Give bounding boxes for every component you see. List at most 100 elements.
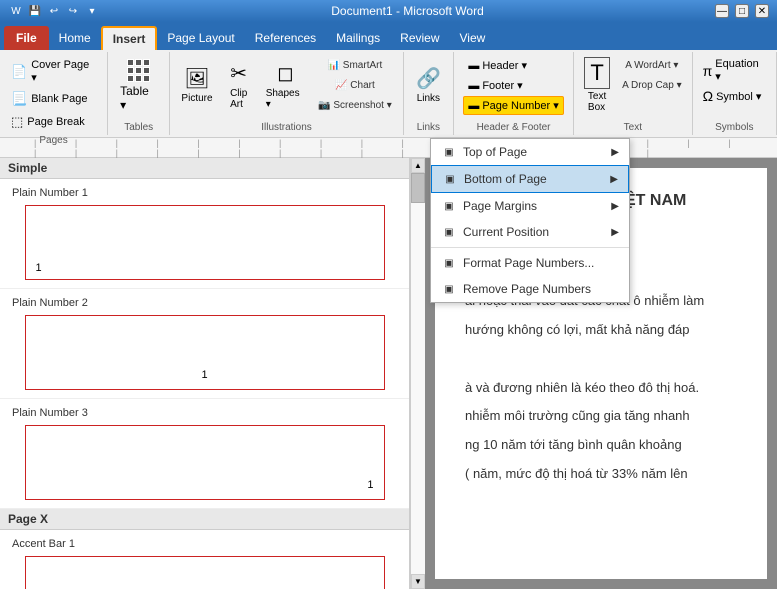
clip-art-button[interactable]: ✂ ClipArt — [220, 56, 258, 114]
undo-button[interactable]: ↩ — [46, 3, 62, 19]
page-number-button[interactable]: ▬ Page Number ▾ — [463, 96, 563, 115]
page-margins-icon: ▣ — [441, 198, 457, 214]
save-button[interactable]: 💾 — [27, 3, 43, 19]
symbol-label: Symbol ▾ — [716, 90, 761, 103]
chart-button[interactable]: 📈 Chart — [313, 76, 397, 94]
page-break-button[interactable]: ⬚ Page Break — [6, 111, 101, 133]
left-panel-scrollbar[interactable]: ▲ ▼ — [410, 158, 425, 589]
chart-label: 📈 Chart — [335, 80, 375, 91]
table-label: Table ▾ — [120, 84, 157, 112]
accent-bar-1-item[interactable]: Accent Bar 1 1 | Page — [0, 530, 409, 589]
tables-buttons: Table ▾ — [114, 54, 163, 120]
blank-page-icon: 📃 — [11, 91, 27, 107]
picture-icon: 🖼 — [184, 66, 209, 91]
ribbon: 📄 Cover Page ▾ 📃 Blank Page ⬚ Page Break… — [0, 50, 777, 138]
tab-references[interactable]: References — [245, 26, 326, 50]
equation-label: Equation ▾ — [715, 58, 766, 83]
picture-button[interactable]: 🖼 Picture — [176, 56, 217, 114]
pages-buttons: 📄 Cover Page ▾ 📃 Blank Page ⬚ Page Break — [6, 54, 101, 133]
footer-label: Footer ▾ — [482, 79, 522, 92]
top-of-page-arrow: ▶ — [611, 147, 619, 158]
header-icon: ▬ — [468, 60, 479, 72]
top-of-page-label: Top of Page — [463, 145, 527, 159]
page-break-icon: ⬚ — [11, 114, 23, 130]
accent-bar-1-label: Accent Bar 1 — [12, 538, 397, 550]
clip-art-icon: ✂ — [230, 61, 247, 86]
page-margins-label: Page Margins — [463, 199, 537, 213]
blank-page-label: Blank Page — [31, 93, 87, 105]
tab-file[interactable]: File — [4, 26, 49, 50]
quick-access-toolbar: W 💾 ↩ ↪ ▾ — [8, 3, 100, 19]
tab-home[interactable]: Home — [49, 26, 101, 50]
page-margins-item[interactable]: ▣ Page Margins ▶ — [431, 193, 629, 219]
paragraph-5: nhiễm môi trường cũng gia tăng nhanh — [465, 406, 737, 427]
plain-number-2-item[interactable]: Plain Number 2 1 — [0, 289, 409, 399]
current-position-label: Current Position — [463, 225, 549, 239]
word-art-drop-group: A WordArt ▾ A Drop Cap ▾ — [617, 56, 687, 94]
footer-icon: ▬ — [468, 80, 479, 92]
screenshot-button[interactable]: 📷 Screenshot ▾ — [313, 96, 397, 114]
table-button[interactable]: Table ▾ — [114, 56, 163, 114]
symbol-button[interactable]: Ω Symbol ▾ — [699, 86, 766, 106]
customize-qa[interactable]: ▾ — [84, 3, 100, 19]
page-number-icon: ▬ — [468, 100, 479, 112]
tab-view[interactable]: View — [450, 26, 496, 50]
paragraph-6: ng 10 năm tới tăng bình quân khoảng — [465, 435, 737, 456]
scroll-up-button[interactable]: ▲ — [411, 158, 425, 173]
current-position-item[interactable]: ▣ Current Position ▶ — [431, 219, 629, 245]
header-button[interactable]: ▬ Header ▾ — [463, 56, 553, 75]
word-icon[interactable]: W — [8, 3, 24, 19]
left-panel: Simple Plain Number 1 1 Plain Number 2 1… — [0, 158, 410, 589]
tab-mailings[interactable]: Mailings — [326, 26, 390, 50]
tab-review[interactable]: Review — [390, 26, 449, 50]
plain-number-2-preview: 1 — [25, 315, 385, 390]
table-icon — [127, 59, 150, 82]
bottom-of-page-icon: ▣ — [442, 171, 458, 187]
title-bar: W 💾 ↩ ↪ ▾ Document1 - Microsoft Word — □… — [0, 0, 777, 22]
tab-insert[interactable]: Insert — [101, 26, 158, 50]
tab-page-layout[interactable]: Page Layout — [157, 26, 244, 50]
remove-page-numbers-icon: ▣ — [441, 281, 457, 297]
word-art-button[interactable]: A WordArt ▾ — [617, 56, 687, 74]
page-break-label: Page Break — [27, 116, 84, 128]
header-footer-group-label: Header & Footer — [477, 122, 551, 133]
ribbon-group-links: 🔗 Links Links — [404, 52, 454, 135]
ruler-marks: | | | | | | | | | | | | | | | | | | | | … — [4, 138, 773, 158]
plain-number-1-item[interactable]: Plain Number 1 1 — [0, 179, 409, 289]
cover-page-button[interactable]: 📄 Cover Page ▾ — [6, 56, 101, 87]
format-page-numbers-item[interactable]: ▣ Format Page Numbers... — [431, 250, 629, 276]
ruler: | | | | | | | | | | | | | | | | | | | | … — [0, 138, 777, 158]
blank-page-button[interactable]: 📃 Blank Page — [6, 88, 101, 110]
remove-page-numbers-item[interactable]: ▣ Remove Page Numbers — [431, 276, 629, 302]
links-button[interactable]: 🔗 Links — [409, 56, 447, 114]
clip-art-label: ClipArt — [230, 88, 247, 110]
links-label: Links — [417, 93, 440, 104]
ribbon-group-symbols: π Equation ▾ Ω Symbol ▾ Symbols — [693, 52, 777, 135]
bottom-of-page-item[interactable]: ▣ Bottom of Page ▶ — [431, 165, 629, 193]
minimize-button[interactable]: — — [715, 4, 729, 18]
text-box-label: TextBox — [588, 91, 606, 113]
links-icon: 🔗 — [416, 66, 441, 91]
maximize-button[interactable]: □ — [735, 4, 749, 18]
text-box-button[interactable]: T TextBox — [579, 56, 615, 114]
links-group-label: Links — [417, 122, 440, 133]
close-button[interactable]: ✕ — [755, 4, 769, 18]
cover-page-label: Cover Page ▾ — [31, 59, 96, 84]
text-group-label: Text — [624, 122, 642, 133]
symbol-icon: Ω — [703, 88, 713, 104]
smart-art-button[interactable]: 📊 SmartArt — [313, 56, 397, 74]
scroll-thumb[interactable] — [411, 173, 425, 203]
page-number-label: Page Number ▾ — [482, 99, 558, 112]
redo-button[interactable]: ↪ — [65, 3, 81, 19]
drop-cap-button[interactable]: A Drop Cap ▾ — [617, 76, 687, 94]
plain-number-2-label: Plain Number 2 — [12, 297, 397, 309]
ribbon-group-text: T TextBox A WordArt ▾ A Drop Cap ▾ Text — [574, 52, 693, 135]
scroll-down-button[interactable]: ▼ — [411, 574, 425, 589]
top-of-page-item[interactable]: ▣ Top of Page ▶ — [431, 139, 629, 165]
plain-number-3-item[interactable]: Plain Number 3 1 — [0, 399, 409, 509]
equation-button[interactable]: π Equation ▾ — [699, 56, 770, 85]
tables-group-label: Tables — [124, 122, 153, 133]
shapes-button[interactable]: ◻ Shapes ▾ — [260, 56, 311, 114]
footer-button[interactable]: ▬ Footer ▾ — [463, 76, 553, 95]
plain-number-3-preview: 1 — [25, 425, 385, 500]
